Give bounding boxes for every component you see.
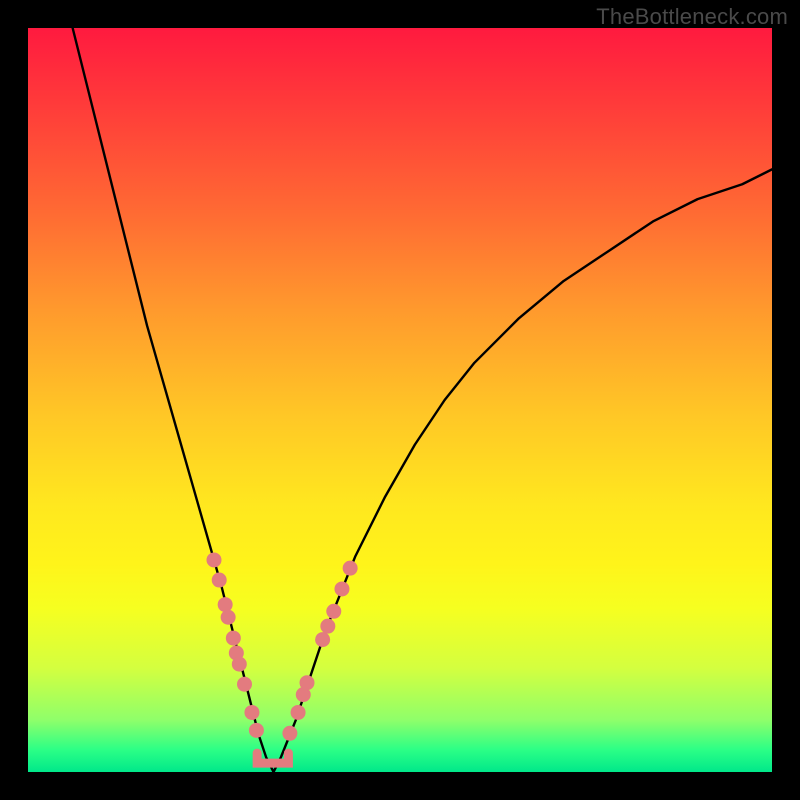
marker-dot [226,631,241,646]
bottleneck-curve [73,28,772,772]
marker-dot [282,726,297,741]
marker-dot [221,610,236,625]
marker-dot [343,561,358,576]
plot-area [28,28,772,772]
marker-dot [326,604,341,619]
chart-svg [28,28,772,772]
marker-dot [320,619,335,634]
marker-dot [232,657,247,672]
marker-dot [244,705,259,720]
marker-dot [291,705,306,720]
marker-dot [237,677,252,692]
marker-dot [212,573,227,588]
outer-frame: TheBottleneck.com [0,0,800,800]
marker-dot [315,632,330,647]
marker-dot [249,723,264,738]
marker-dot [300,675,315,690]
marker-dot [334,581,349,596]
marker-dot [218,597,233,612]
left-dots-group [207,552,264,737]
watermark-text: TheBottleneck.com [596,4,788,30]
marker-dot [207,552,222,567]
bottom-bracket [257,753,288,763]
